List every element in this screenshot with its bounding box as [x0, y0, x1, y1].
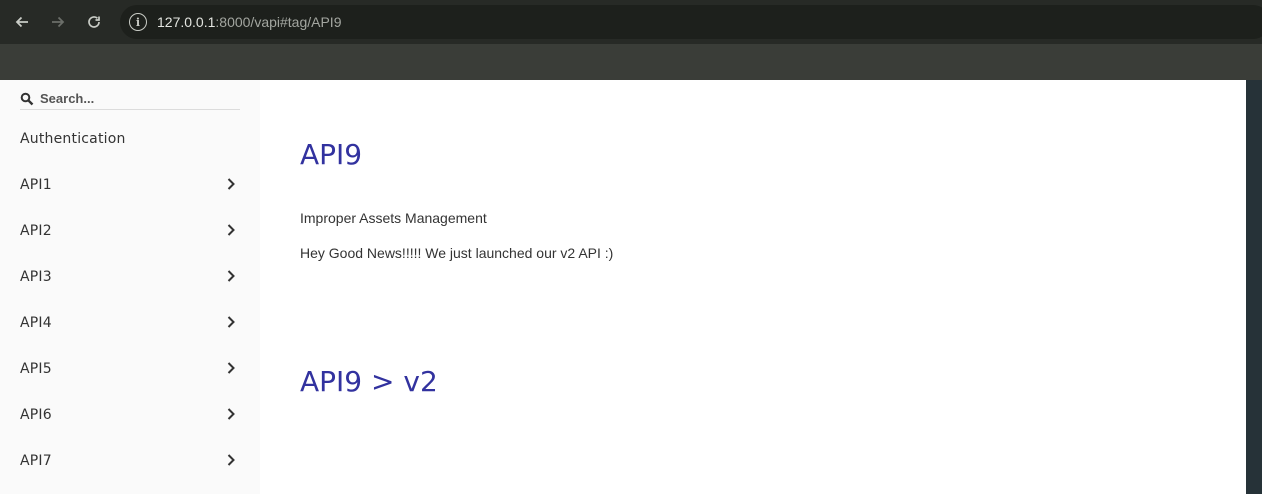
reload-icon: [88, 16, 100, 28]
browser-toolbar: i 127.0.0.1:8000/vapi#tag/API9: [0, 0, 1262, 44]
url-host: 127.0.0.1: [157, 14, 216, 30]
sidebar-item-label: API6: [20, 407, 52, 423]
subsection-heading: API9 > v2: [300, 365, 438, 398]
sidebar: Authentication API1 API2 API3 API4 API5 …: [0, 80, 260, 494]
forward-button[interactable]: [44, 8, 72, 36]
code-samples-panel: [1246, 80, 1262, 494]
sidebar-item-api2[interactable]: API2: [0, 208, 260, 254]
forward-arrow-icon: [52, 16, 65, 28]
address-bar[interactable]: i 127.0.0.1:8000/vapi#tag/API9: [120, 5, 1262, 39]
sidebar-item-label: API2: [20, 223, 52, 239]
main-content: API9 Improper Assets Management Hey Good…: [260, 80, 1246, 494]
chevron-right-icon: [227, 362, 235, 374]
browser-chrome: i 127.0.0.1:8000/vapi#tag/API9: [0, 0, 1262, 80]
chevron-right-icon: [227, 270, 235, 282]
url-path: :8000/vapi#tag/API9: [215, 14, 342, 30]
sidebar-item-label: API1: [20, 177, 52, 193]
sidebar-item-label: API3: [20, 269, 52, 285]
sidebar-item-label: API5: [20, 361, 52, 377]
sidebar-item-authentication[interactable]: Authentication: [0, 116, 260, 162]
sidebar-item-api4[interactable]: API4: [0, 300, 260, 346]
back-arrow-icon: [15, 16, 28, 28]
section-note: Hey Good News!!!!! We just launched our …: [300, 245, 614, 261]
sidebar-item-label: API7: [20, 453, 52, 469]
sidebar-item-label: API4: [20, 315, 52, 331]
reload-button[interactable]: [80, 8, 108, 36]
back-button[interactable]: [8, 8, 36, 36]
sidebar-item-api6[interactable]: API6: [0, 392, 260, 438]
sidebar-item-label: Authentication: [20, 131, 126, 147]
search-box: [20, 88, 240, 110]
chevron-right-icon: [227, 408, 235, 420]
chevron-right-icon: [227, 178, 235, 190]
sidebar-item-api1[interactable]: API1: [0, 162, 260, 208]
section-description: Improper Assets Management: [300, 210, 487, 226]
chevron-right-icon: [227, 454, 235, 466]
sidebar-item-api3[interactable]: API3: [0, 254, 260, 300]
url-text: 127.0.0.1:8000/vapi#tag/API9: [157, 14, 342, 30]
site-info-icon[interactable]: i: [129, 13, 147, 31]
search-icon: [20, 92, 34, 105]
search-input[interactable]: [40, 91, 230, 106]
sidebar-item-api5[interactable]: API5: [0, 346, 260, 392]
chevron-right-icon: [227, 224, 235, 236]
chevron-right-icon: [227, 316, 235, 328]
section-heading: API9: [300, 138, 363, 171]
sidebar-item-api7[interactable]: API7: [0, 438, 260, 484]
